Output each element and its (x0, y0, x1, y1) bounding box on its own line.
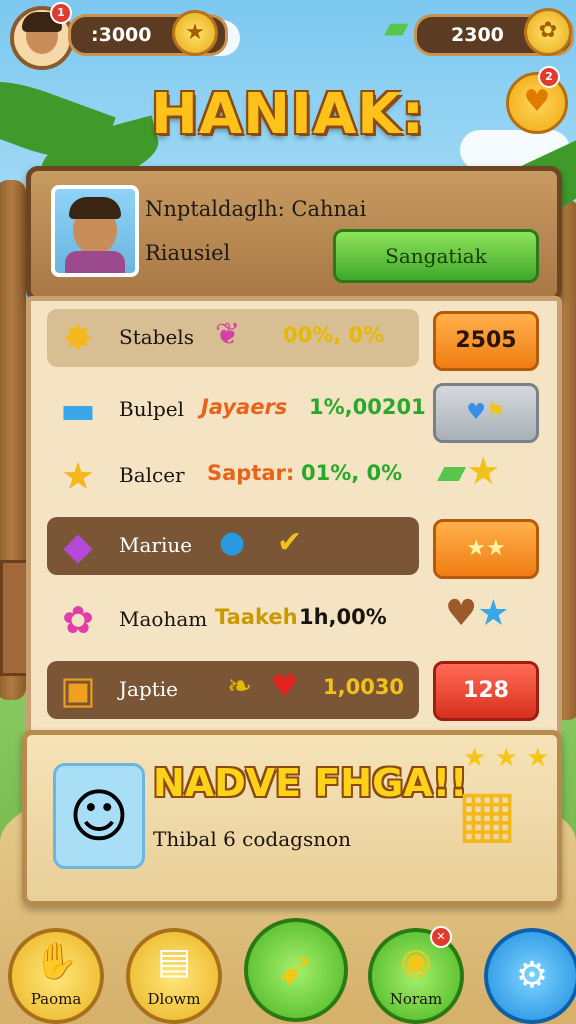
chest-icon: ▦ (456, 777, 518, 851)
row-value: 1h,00% (299, 605, 387, 629)
game-title: HANIAK: (150, 82, 426, 147)
hand-icon: ✋ (33, 941, 79, 982)
row-label: Balcer (119, 463, 185, 487)
star-card-icon: ★ (60, 454, 96, 498)
row-label: Stabels (119, 325, 194, 349)
profile-action-button[interactable]: Sangatiak (333, 229, 539, 283)
star-icon: ★ (466, 536, 486, 561)
row-button[interactable]: ♥⚑ (433, 383, 539, 443)
block-icon: ▬ (60, 388, 96, 432)
block-icon: ▰ (437, 449, 467, 493)
row-value: 1,0030 (323, 675, 405, 699)
row-button[interactable]: 2505 (433, 311, 539, 371)
coin-icon[interactable]: ★ (172, 10, 218, 56)
list-item[interactable]: ◆ Mariue ● ✔ (47, 517, 419, 575)
check-coin-icon: ✔ (277, 525, 303, 560)
heart-icon: ♥ (466, 400, 486, 425)
reward-icons: ▰★ (437, 449, 500, 493)
list-item[interactable]: ★ Balcer Saptar: 01%, 0% (47, 447, 419, 505)
candy-icon: ❦ (215, 317, 241, 352)
row-label: Mariue (119, 533, 193, 557)
row-label: Japtie (119, 677, 179, 701)
row-value: 1%,00201 (309, 395, 426, 419)
nav-label: Dlowm (147, 990, 201, 1008)
gear-icon: ⚙ (515, 955, 549, 996)
drop-icon: ● (219, 525, 246, 560)
nav-label: Paoma (30, 990, 82, 1008)
explorer-character-icon: ☺ (53, 763, 145, 869)
box-icon: ▤ (156, 941, 191, 982)
row-value: 01%, 0% (301, 461, 403, 485)
nav-badge: ✕ (430, 926, 452, 948)
heart-badge: 2 (538, 66, 560, 88)
heart-icon: ♥ (523, 84, 551, 119)
row-button[interactable]: 128 (433, 661, 539, 721)
heart-icon: ♥ (445, 593, 478, 634)
chest-icon: ▣ (60, 668, 96, 712)
star-icon: ★ (477, 593, 510, 634)
profile-name: Nnptaldaglh: Cahnai (145, 197, 367, 221)
gem-icon[interactable]: ✿ (524, 8, 572, 56)
gem-amount: 2300 (451, 24, 504, 46)
list-item[interactable]: ✸ Stabels ❦ 00%, 0% (47, 309, 419, 367)
row-label: Maoham (119, 607, 208, 631)
list-item[interactable]: ✿ Maoham Taakeh 1h,00% (47, 591, 419, 649)
sparkle-stars-icon: ★ ★ ★ (463, 743, 550, 773)
sun-icon: ✸ (62, 316, 94, 360)
star-icon: ★ (466, 449, 501, 493)
list-item[interactable]: ▬ Bulpel Jayaers 1%,00201 (47, 381, 426, 439)
row-tag: Jayaers (201, 395, 288, 419)
star-icon: ★ (486, 536, 506, 561)
promo-banner[interactable]: ☺ NADVE FHGA!! Thibal 6 codagsnon ▦ ★ ★ … (22, 730, 562, 906)
nav-play[interactable]: ➹ (244, 918, 348, 1022)
profile-panel: Nnptaldaglh: Cahnai Riausiel Sangatiak (26, 166, 562, 302)
profile-picture[interactable] (51, 185, 139, 277)
row-value: 00%, 0% (283, 323, 385, 347)
nav-paoma[interactable]: ✋ Paoma (8, 928, 104, 1024)
flag-icon: ⚑ (486, 400, 506, 425)
profile-subtitle: Riausiel (145, 241, 231, 265)
leaf-icon: ❧ (227, 669, 253, 704)
row-label: Bulpel (119, 397, 185, 421)
arrow-icon: ➹ (276, 941, 316, 995)
nav-settings[interactable]: ⚙ (484, 928, 576, 1024)
row-button[interactable]: ★★ (433, 519, 539, 579)
gem-box-icon: ◆ (63, 524, 93, 568)
stats-board: ✸ Stabels ❦ 00%, 0% 2505 ▬ Bulpel Jayaer… (26, 296, 562, 736)
nav-label: Noram (389, 990, 443, 1008)
nav-dlowm[interactable]: ▤ Dlowm (126, 928, 222, 1024)
coin-amount: :3000 (91, 24, 152, 46)
treasure-chest-icon: ▦ (437, 759, 537, 869)
list-item[interactable]: ▣ Japtie ❧ ♥ 1,0030 (47, 661, 419, 719)
promo-subtitle: Thibal 6 codagsnon (153, 827, 352, 851)
flower-icon: ✿ (62, 598, 94, 642)
notification-badge: 1 (50, 2, 72, 24)
row-tag: Saptar: (207, 461, 295, 485)
heart-icon: ♥ (271, 669, 298, 704)
reward-icons: ♥★ (445, 593, 510, 634)
promo-title: NADVE FHGA!! (153, 761, 468, 805)
row-tag: Taakeh (215, 605, 298, 629)
